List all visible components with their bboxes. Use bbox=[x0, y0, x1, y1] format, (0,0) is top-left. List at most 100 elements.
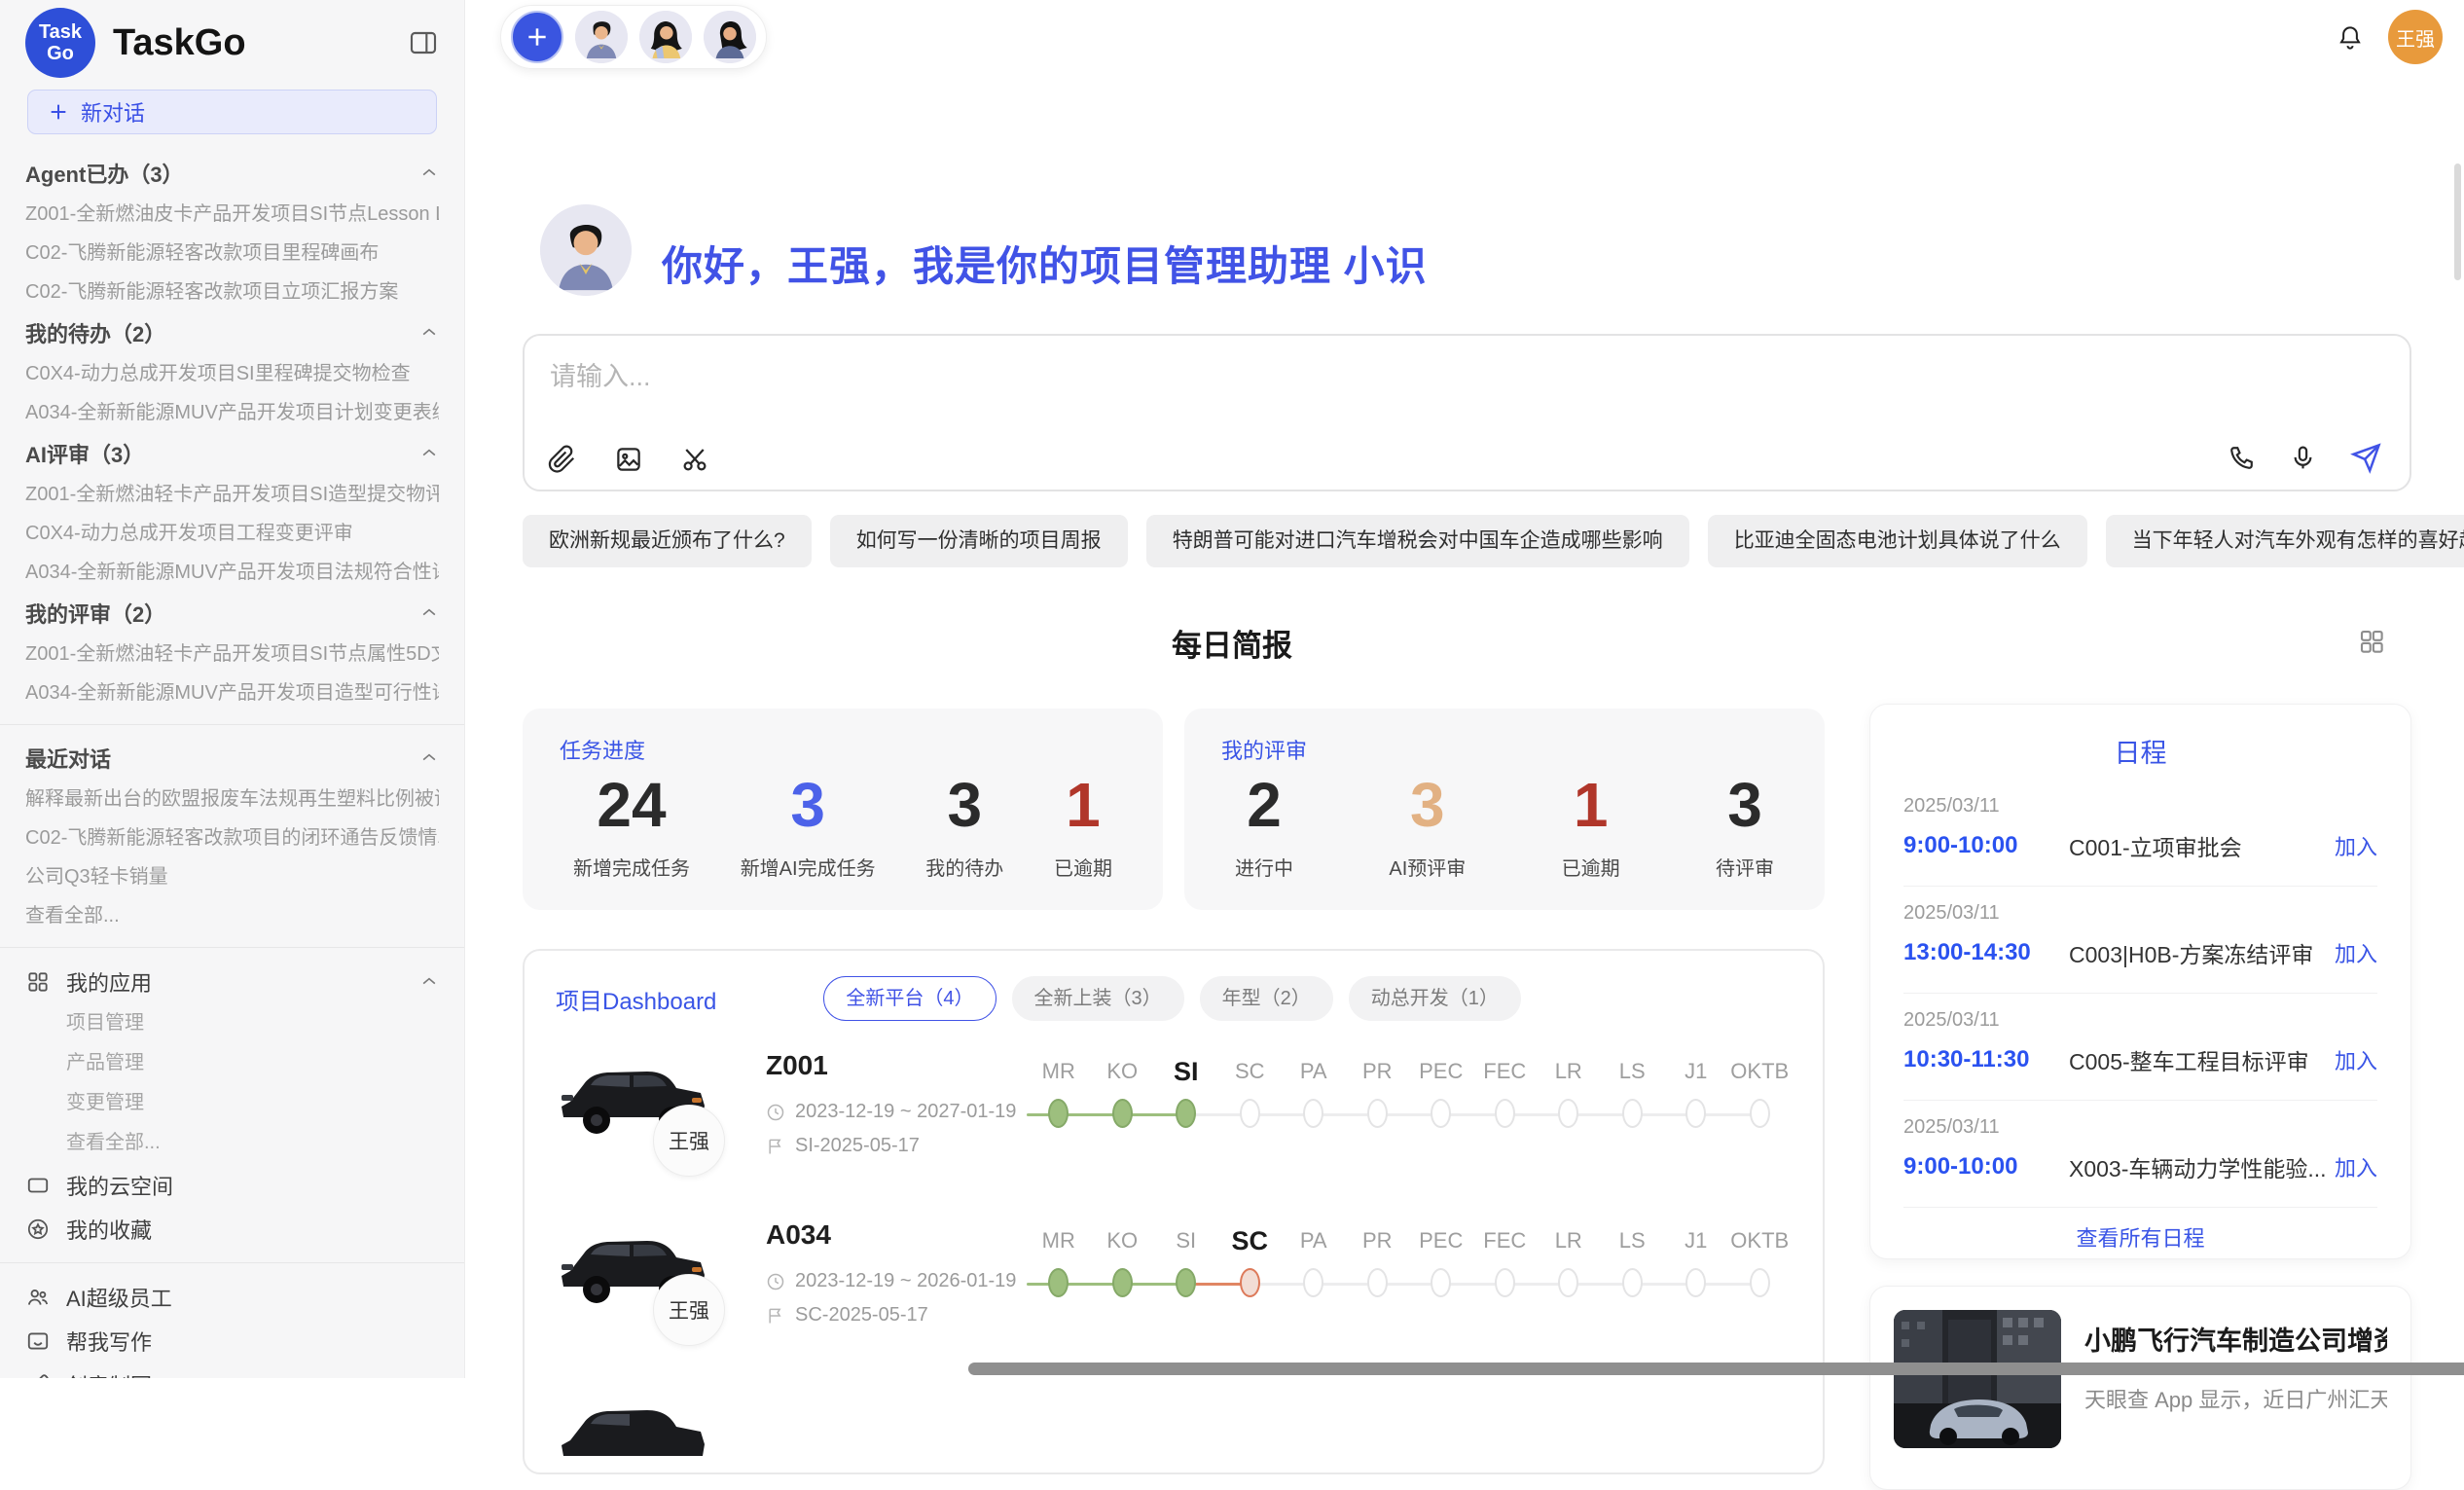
milestone-label-fec: FEC bbox=[1473, 1054, 1538, 1089]
agent-avatar-2[interactable] bbox=[639, 11, 692, 63]
project-owner-badge: 王强 bbox=[653, 1105, 725, 1177]
milestone-label-pec: PEC bbox=[1409, 1223, 1473, 1258]
suggestion-chip[interactable]: 如何写一份清晰的项目周报 bbox=[830, 515, 1128, 567]
filter-powertrain[interactable]: 动总开发（1） bbox=[1349, 976, 1521, 1021]
sidebar-item-ai-super-staff[interactable]: AI超级员工 bbox=[25, 1275, 439, 1319]
event-join-link[interactable]: 加入 bbox=[2335, 1151, 2377, 1182]
event-time: 10:30-11:30 bbox=[1903, 1046, 2069, 1073]
milestone-dot-ko bbox=[1112, 1099, 1133, 1128]
project-info: A034 2023-12-19 ~ 2026-01-19 SC-2025-05-… bbox=[766, 1214, 999, 1360]
chat-composer[interactable]: 请输入... bbox=[523, 334, 2411, 491]
horizontal-scrollbar[interactable] bbox=[968, 1363, 2464, 1375]
sidebar-task-item[interactable]: Z001-全新燃油皮卡产品开发项目SI节点Lesson Learn报告 bbox=[25, 195, 439, 234]
microphone-icon[interactable] bbox=[2289, 444, 2317, 472]
sidebar-task-item[interactable]: C0X4-动力总成开发项目SI里程碑提交物检查 bbox=[25, 354, 439, 393]
sidebar-item-change-mgmt[interactable]: 变更管理 bbox=[25, 1083, 439, 1123]
recent-chat-item[interactable]: 解释最新出台的欧盟报废车法规再生塑料比例被调至15%... bbox=[25, 780, 439, 818]
sidebar-task-item[interactable]: C02-飞腾新能源轻客改款项目立项汇报方案 bbox=[25, 273, 439, 311]
user-avatar[interactable]: 王强 bbox=[2388, 10, 2443, 64]
event-join-link[interactable]: 加入 bbox=[2335, 830, 2377, 861]
suggestion-chip[interactable]: 特朗普可能对进口汽车增税会对中国车企造成哪些影响 bbox=[1146, 515, 1689, 567]
event-time: 9:00-10:00 bbox=[1903, 1153, 2069, 1181]
sidebar-collapse-icon[interactable] bbox=[408, 27, 439, 58]
stat-new-ai-done: 3 新增AI完成任务 bbox=[741, 771, 876, 881]
project-car-image: 王强 bbox=[556, 1214, 741, 1360]
my-review-card: 我的评审 2 进行中 3 AI预评审 1 已逾期 3 bbox=[1184, 709, 1825, 910]
project-row[interactable]: 王强 Z001 2023-12-19 ~ 2027-01-19 SI-2025-… bbox=[556, 1044, 1792, 1190]
topbar: 王强 bbox=[465, 0, 2464, 70]
stat-label: 新增AI完成任务 bbox=[741, 853, 876, 881]
section-my-review[interactable]: 我的评审（2） bbox=[25, 592, 439, 635]
recent-view-all[interactable]: 查看全部... bbox=[25, 896, 439, 935]
sidebar-item-project-mgmt[interactable]: 项目管理 bbox=[25, 1003, 439, 1043]
sidebar-task-item[interactable]: A034-全新新能源MUV产品开发项目法规符合性评审 bbox=[25, 553, 439, 592]
milestone-label-ls: LS bbox=[1601, 1223, 1665, 1258]
news-card[interactable]: 小鹏飞行汽车制造公司增资 天眼查 App 显示，近日广州汇天飞行汽... bbox=[1869, 1286, 2411, 1490]
milestone-label-si: SI bbox=[1154, 1223, 1218, 1258]
section-ai-review[interactable]: AI评审（3） bbox=[25, 432, 439, 475]
send-icon[interactable] bbox=[2350, 442, 2382, 474]
sidebar-task-item[interactable]: Z001-全新燃油轻卡产品开发项目SI节点属性5D文件评审 bbox=[25, 635, 439, 673]
dashboard-title: 项目Dashboard bbox=[556, 982, 716, 1016]
sidebar-task-item[interactable]: A034-全新新能源MUV产品开发项目造型可行性评审 bbox=[25, 673, 439, 712]
vertical-scrollbar[interactable] bbox=[2454, 164, 2461, 280]
suggestion-chip[interactable]: 比亚迪全固态电池计划具体说了什么 bbox=[1708, 515, 2087, 567]
sidebar-apps-view-all[interactable]: 查看全部... bbox=[25, 1123, 439, 1163]
stat-value: 3 bbox=[925, 771, 1003, 839]
sidebar-item-my-apps[interactable]: 我的应用 bbox=[25, 960, 439, 1003]
sidebar-item-product-mgmt[interactable]: 产品管理 bbox=[25, 1043, 439, 1083]
section-recent-chats[interactable]: 最近对话 bbox=[25, 737, 439, 780]
suggestion-chip[interactable]: 欧洲新规最近颁布了什么? bbox=[523, 515, 812, 567]
sidebar-item-creative-drawing[interactable]: 创意制图 bbox=[25, 1363, 439, 1378]
sidebar-item-help-me-write[interactable]: 帮我写作 bbox=[25, 1319, 439, 1363]
sidebar-task-item[interactable]: C0X4-动力总成开发项目工程变更评审 bbox=[25, 514, 439, 553]
schedule-event: 2025/03/11 9:00-10:00 X003-车辆动力学性能验... 加… bbox=[1903, 1101, 2377, 1208]
filter-new-platform[interactable]: 全新平台（4） bbox=[823, 976, 996, 1021]
new-chat-button[interactable]: 新对话 bbox=[27, 90, 437, 134]
stat-label: AI预评审 bbox=[1389, 853, 1466, 881]
card-title: 我的评审 bbox=[1221, 734, 1788, 765]
milestone-label-j1: J1 bbox=[1664, 1223, 1728, 1258]
add-agent-button[interactable] bbox=[511, 11, 563, 63]
sidebar-item-favorites[interactable]: 我的收藏 bbox=[25, 1207, 439, 1251]
section-my-todo[interactable]: 我的待办（2） bbox=[25, 311, 439, 354]
event-join-link[interactable]: 加入 bbox=[2335, 1044, 2377, 1075]
recent-chat-item[interactable]: C02-飞腾新能源轻客改款项目的闭环通告反馈情况 bbox=[25, 818, 439, 857]
stat-label: 新增完成任务 bbox=[573, 853, 690, 881]
scissors-icon[interactable] bbox=[680, 445, 709, 474]
chevron-up-icon bbox=[419, 164, 439, 183]
help-me-write-label: 帮我写作 bbox=[66, 1326, 152, 1357]
dashboard-filters: 全新平台（4） 全新上装（3） 年型（2） 动总开发（1） bbox=[823, 976, 1521, 1021]
stat-value: 1 bbox=[1562, 771, 1620, 839]
section-agent-done[interactable]: Agent已办（3） bbox=[25, 152, 439, 195]
sidebar-task-item[interactable]: C02-飞腾新能源轻客改款项目里程碑画布 bbox=[25, 234, 439, 273]
event-join-link[interactable]: 加入 bbox=[2335, 937, 2377, 968]
filter-new-body[interactable]: 全新上装（3） bbox=[1012, 976, 1184, 1021]
stat-new-done: 24 新增完成任务 bbox=[573, 771, 690, 881]
sidebar-task-item[interactable]: Z001-全新燃油轻卡产品开发项目SI造型提交物评审 bbox=[25, 475, 439, 514]
sidebar-item-cloud-space[interactable]: 我的云空间 bbox=[25, 1163, 439, 1207]
paperclip-icon[interactable] bbox=[548, 445, 577, 474]
event-date: 2025/03/11 bbox=[1903, 1116, 2377, 1139]
agent-avatar-1[interactable] bbox=[575, 11, 628, 63]
suggestion-chip[interactable]: 当下年轻人对汽车外观有怎样的喜好趋势 bbox=[2106, 515, 2464, 567]
section-title: 最近对话 bbox=[25, 743, 111, 774]
phone-icon[interactable] bbox=[2228, 444, 2256, 472]
project-row[interactable]: 王强 A034 2023-12-19 ~ 2026-01-19 SC-2025-… bbox=[556, 1214, 1792, 1360]
briefing-cards: 任务进度 24 新增完成任务 3 新增AI完成任务 3 我的待办 bbox=[523, 709, 1825, 910]
stat-in-progress: 2 进行中 bbox=[1235, 771, 1293, 881]
notifications-bell-icon[interactable] bbox=[2336, 23, 2365, 53]
briefing-layout-icon[interactable] bbox=[2357, 627, 2386, 656]
schedule-event: 2025/03/11 13:00-14:30 C003|H0B-方案冻结评审 加… bbox=[1903, 887, 2377, 994]
milestone-dot-pr bbox=[1367, 1268, 1388, 1297]
sidebar-task-item[interactable]: A034-全新新能源MUV产品开发项目计划变更表编写 bbox=[25, 393, 439, 432]
milestone-dot-j1 bbox=[1685, 1268, 1706, 1297]
filter-model-year[interactable]: 年型（2） bbox=[1200, 976, 1333, 1021]
agent-avatar-3[interactable] bbox=[704, 11, 756, 63]
composer-right-tools bbox=[2228, 442, 2382, 474]
schedule-view-all[interactable]: 查看所有日程 bbox=[1903, 1221, 2377, 1253]
milestone-dot-pa bbox=[1303, 1099, 1323, 1128]
recent-chat-item[interactable]: 公司Q3轻卡销量 bbox=[25, 857, 439, 896]
milestone-dot-j1 bbox=[1685, 1099, 1706, 1128]
image-icon[interactable] bbox=[614, 445, 643, 474]
